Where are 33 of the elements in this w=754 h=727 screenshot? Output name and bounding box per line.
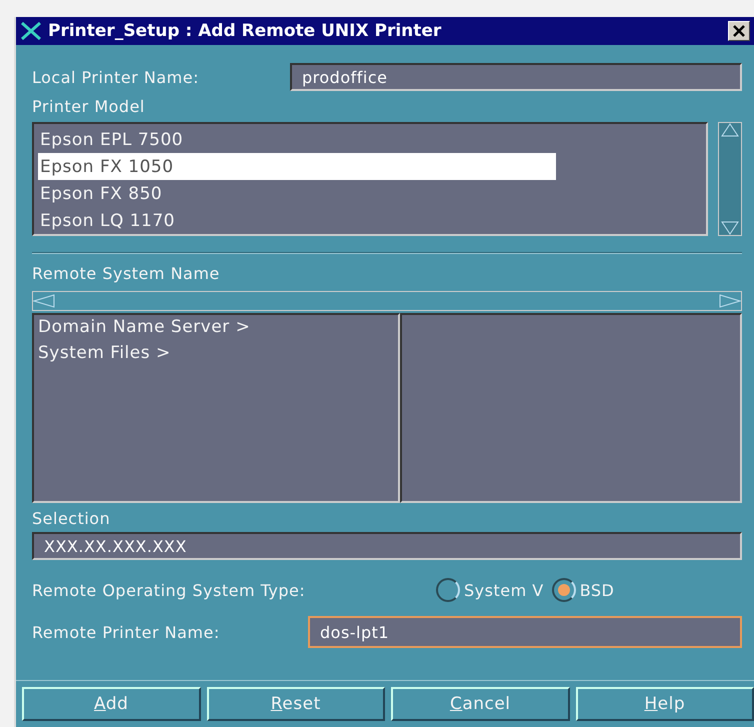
section-label: Selection: [32, 509, 110, 528]
dialog-button[interactable]: Reset: [206, 687, 385, 721]
input-field[interactable]: dos-lpt1: [308, 616, 742, 648]
window-title: Printer_Setup : Add Remote UNIX Printer: [48, 21, 442, 41]
vertical-scrollbar[interactable]: [718, 122, 742, 236]
radio-button[interactable]: [436, 578, 460, 602]
section-label: Printer Model: [32, 97, 145, 116]
close-icon: [732, 24, 746, 38]
field-label: Remote Printer Name:: [32, 622, 220, 642]
dialog-button[interactable]: Cancel: [391, 687, 570, 721]
list-item[interactable]: Epson EPL 7500: [38, 126, 556, 153]
field-label: Remote Operating System Type:: [32, 580, 306, 600]
radio-label: BSD: [580, 580, 614, 600]
scroll-up-icon[interactable]: [721, 123, 739, 137]
scroll-right-icon[interactable]: [719, 294, 741, 308]
radio-label: System V: [464, 580, 544, 600]
x-logo-icon: [20, 21, 42, 41]
field-label: Local Printer Name:: [32, 68, 199, 86]
list-item[interactable]: Epson FX 1050: [38, 153, 556, 180]
browser-item[interactable]: System Files >: [38, 343, 394, 369]
scroll-left-icon[interactable]: [33, 294, 55, 308]
scroll-down-icon[interactable]: [721, 221, 739, 235]
horizontal-scrollbar[interactable]: [32, 291, 742, 311]
radio-button[interactable]: [552, 578, 576, 602]
dialog-button[interactable]: Help: [576, 687, 754, 721]
dialog-button[interactable]: Add: [22, 687, 200, 721]
input-field[interactable]: prodoffice: [290, 63, 742, 91]
close-button[interactable]: [728, 21, 750, 41]
section-label: Remote System Name: [32, 264, 220, 283]
selection-field[interactable]: XXX.XX.XXX.XXX: [32, 532, 742, 560]
list-item[interactable]: Epson FX 850: [38, 180, 556, 207]
browser-item[interactable]: Domain Name Server >: [38, 317, 394, 343]
list-item[interactable]: Epson LQ 1170: [38, 207, 556, 234]
